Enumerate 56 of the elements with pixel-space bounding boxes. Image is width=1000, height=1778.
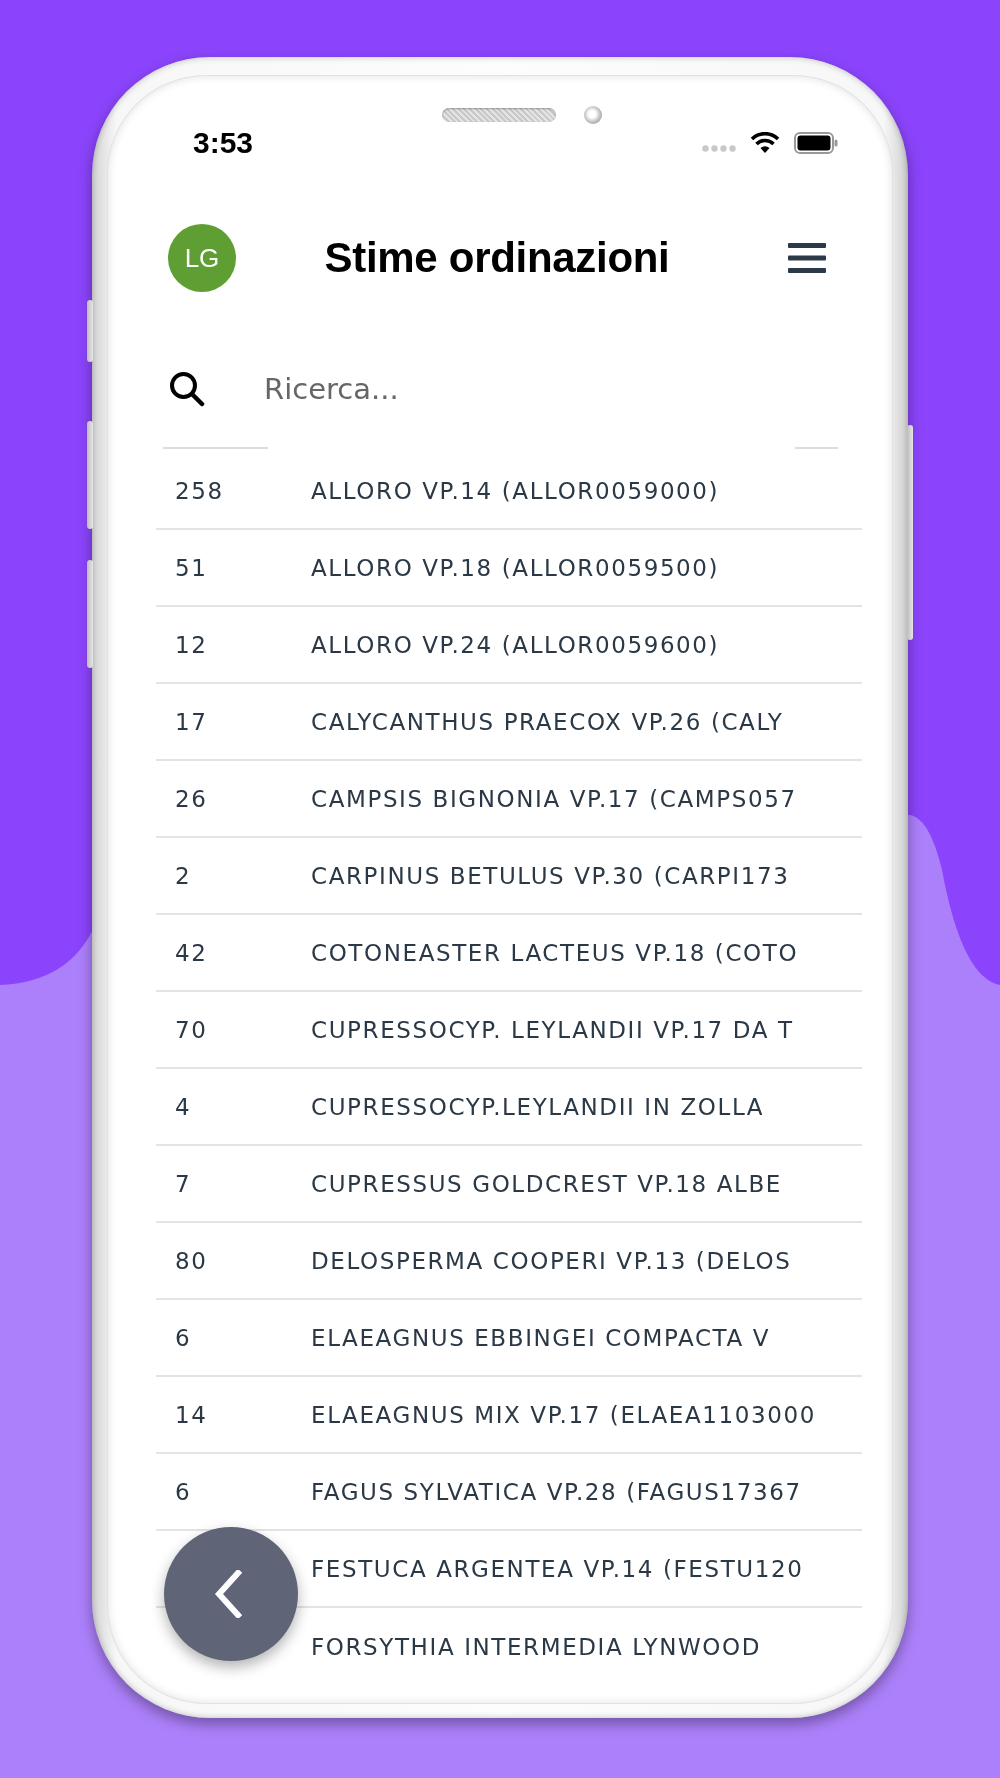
quantity-text: 4 [175,1093,192,1120]
list-row[interactable]: 26 CAMPSIS BIGNONIA VP.17 (CAMPS057 [156,761,862,838]
signal-icon [702,144,736,152]
item-name: ALLORO VP.18 (ALLOR0059500) [311,554,720,581]
chevron-left-icon [214,1570,242,1618]
search-icon [169,371,205,407]
quantity-text: 26 [175,785,208,812]
list-row[interactable]: FORSYTHIA INTERMEDIA LYNWOOD [156,1608,862,1685]
item-name: CARPINUS BETULUS VP.30 (CARPI173 [311,862,790,889]
quantity-text: 80 [175,1247,208,1274]
item-name: CUPRESSOCYP. LEYLANDII VP.17 DA T [311,1016,794,1043]
quantity-text: 12 [175,631,208,658]
item-name: CAMPSIS BIGNONIA VP.17 (CAMPS057 [311,785,797,812]
quantity-text: 51 [175,554,208,581]
search-field[interactable]: Ricerca... [264,365,744,413]
list-row[interactable]: 6 ELAEAGNUS EBBINGEI COMPACTA V [156,1300,862,1377]
status-time: 3:53 [193,125,254,161]
list-row[interactable]: 258 ALLORO VP.14 (ALLOR0059000) [156,453,862,530]
quantity-text: 6 [175,1324,192,1351]
item-name: FESTUCA ARGENTEA VP.14 (FESTU120 [311,1555,804,1582]
list-row[interactable]: 14 ELAEAGNUS MIX VP.17 (ELAEA1103000 [156,1377,862,1454]
back-button[interactable] [164,1527,298,1661]
list-row[interactable]: 17 CALYCANTHUS PRAECOX VP.26 (CALY [156,684,862,761]
item-name: ELAEAGNUS MIX VP.17 (ELAEA1103000 [311,1401,816,1428]
item-name: FORSYTHIA INTERMEDIA LYNWOOD [311,1633,762,1660]
phone-side-key [87,300,93,362]
quantity-text: 70 [175,1016,208,1043]
battery-icon [794,132,838,154]
quantity-text: 14 [175,1401,208,1428]
item-name: CUPRESSOCYP.LEYLANDII IN ZOLLA [311,1093,765,1120]
item-name: ALLORO VP.24 (ALLOR0059600) [311,631,720,658]
list-row[interactable]: 7 CUPRESSUS GOLDCREST VP.18 ALBE [156,1146,862,1223]
list-row[interactable]: 4 CUPRESSOCYP.LEYLANDII IN ZOLLA [156,1069,862,1146]
item-name: DELOSPERMA COOPERI VP.13 (DELOS [311,1247,792,1274]
list-row[interactable]: 70 CUPRESSOCYP. LEYLANDII VP.17 DA T [156,992,862,1069]
quantity-text: 17 [175,708,208,735]
item-name: CALYCANTHUS PRAECOX VP.26 (CALY [311,708,784,735]
item-name: CUPRESSUS GOLDCREST VP.18 ALBE [311,1170,782,1197]
menu-icon[interactable] [788,243,826,273]
list-row[interactable]: 12 ALLORO VP.24 (ALLOR0059600) [156,607,862,684]
quantity-text: 42 [175,939,208,966]
camera-dot [584,106,602,124]
list-row[interactable]: 42 COTONEASTER LACTEUS VP.18 (COTO [156,915,862,992]
item-name: FAGUS SYLVATICA VP.28 (FAGUS17367 [311,1478,802,1505]
list-row[interactable]: 51 ALLORO VP.18 (ALLOR0059500) [156,530,862,607]
quantity-text: 2 [175,862,192,889]
quantity-text: 258 [175,477,224,504]
list-row[interactable]: 80 DELOSPERMA COOPERI VP.13 (DELOS [156,1223,862,1300]
quantity-text: 6 [175,1478,192,1505]
page-title: Stime ordinazioni [324,234,670,282]
item-name: ALLORO VP.14 (ALLOR0059000) [311,477,720,504]
list-row[interactable]: 2 CARPINUS BETULUS VP.30 (CARPI173 [156,838,862,915]
quantity-text: 7 [175,1170,192,1197]
item-name: ELAEAGNUS EBBINGEI COMPACTA V [311,1324,770,1351]
wifi-icon [750,132,780,154]
item-name: COTONEASTER LACTEUS VP.18 (COTO [311,939,799,966]
